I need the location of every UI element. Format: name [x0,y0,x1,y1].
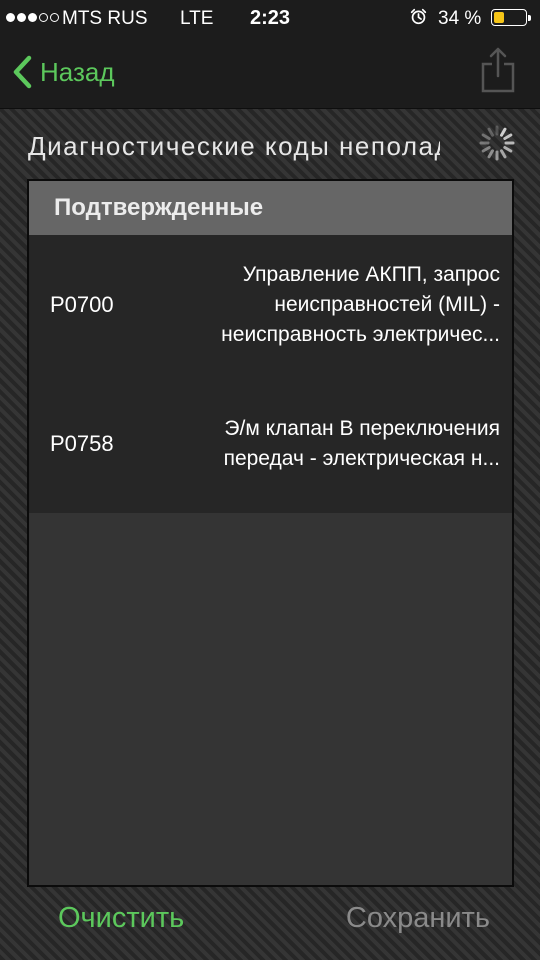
clear-button[interactable]: Очистить [58,902,184,935]
spinner-spoke [503,133,513,140]
section-header-confirmed: Подтвержденные [29,181,512,235]
save-button[interactable]: Сохранить [346,902,490,935]
codes-list: P0700 Управление АКПП, запрос неисправно… [29,235,512,513]
code-row-p0700[interactable]: P0700 Управление АКПП, запрос неисправно… [29,235,512,374]
share-icon[interactable] [478,46,518,94]
spinner-spoke [500,149,507,159]
spinner-spoke [487,127,494,137]
spinner-spoke [481,133,491,140]
codes-panel: Подтвержденные P0700 Управление АКПП, за… [27,179,514,887]
code-description: Э/м клапан B переключения передач - элек… [160,414,500,474]
alarm-clock-icon [410,8,427,25]
spinner-spoke [481,146,491,153]
back-button-label: Назад [40,56,115,87]
battery-percent: 34 % [438,8,482,29]
spinner-spoke [503,146,513,153]
chevron-left-icon [13,55,32,89]
description-line: неисправностей (MIL) - [274,293,500,316]
status-bar: MTS RUS LTE 2:23 34 % [0,0,540,36]
code-description: Управление АКПП, запрос неисправностей (… [160,260,500,350]
page-title: Диагностические коды неполадок [28,131,440,161]
battery-icon [491,9,531,26]
back-button[interactable]: Назад [12,52,115,92]
trouble-code: P0758 [50,430,114,456]
navigation-bar: Назад [0,36,540,109]
spinner-spoke [487,149,494,159]
description-line: неисправность электричес... [221,323,500,346]
activity-spinner-icon [479,125,515,161]
spinner-spoke [500,127,507,137]
trouble-code: P0700 [50,291,114,317]
description-line: Э/м клапан B переключения [224,417,500,440]
code-row-p0758[interactable]: P0758 Э/м клапан B переключения передач … [29,374,512,513]
description-line: Управление АКПП, запрос [242,263,500,286]
bottom-toolbar: Очистить Сохранить [0,888,540,960]
description-line: передач - электрическая н... [223,447,500,470]
